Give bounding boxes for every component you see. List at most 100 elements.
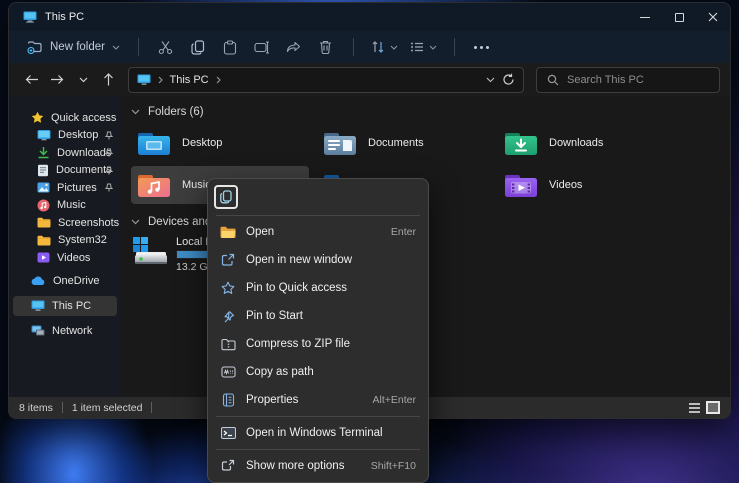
tile-desktop[interactable]: Desktop — [131, 124, 309, 162]
videos-icon — [37, 252, 50, 263]
share-icon — [286, 41, 301, 54]
sidebar-item-label: Network — [52, 325, 92, 337]
minimize-icon — [640, 17, 650, 18]
network-icon — [31, 325, 45, 337]
command-bar: New folder — [9, 31, 730, 63]
sidebar-item-quick-access[interactable]: Quick access — [9, 109, 121, 127]
new-folder-button[interactable]: New folder — [21, 37, 126, 57]
pc-icon — [137, 74, 151, 86]
view-icon — [410, 41, 424, 53]
onedrive-cloud-icon — [31, 276, 46, 286]
menu-item-pin-start[interactable]: Pin to Start — [212, 302, 424, 330]
window-controls — [628, 3, 730, 31]
new-folder-icon — [27, 40, 43, 54]
menu-item-label: Properties — [246, 394, 363, 406]
menu-item-pin-quick-access[interactable]: Pin to Quick access — [212, 274, 424, 302]
cut-button[interactable] — [151, 34, 181, 60]
tile-documents[interactable]: Documents — [317, 124, 495, 162]
up-icon — [103, 73, 114, 86]
menu-item-compress-zip[interactable]: Compress to ZIP file — [212, 330, 424, 358]
menu-item-properties[interactable]: Properties Alt+Enter — [212, 386, 424, 414]
sidebar-item-network[interactable]: Network — [9, 322, 121, 340]
breadcrumb-chevron-icon[interactable] — [216, 76, 221, 84]
menu-item-open-new-window[interactable]: Open in new window — [212, 246, 424, 274]
menu-item-open-windows-terminal[interactable]: Open in Windows Terminal — [212, 419, 424, 447]
tile-label: Videos — [549, 179, 582, 191]
menu-item-label: Open in Windows Terminal — [246, 427, 406, 439]
up-button[interactable] — [96, 67, 122, 93]
pin-icon — [105, 183, 113, 192]
menu-item-copy-as-path[interactable]: Copy as path — [212, 358, 424, 386]
context-menu: Open Enter Open in new window Pin to Qui… — [207, 178, 429, 483]
menu-item-label: Copy as path — [246, 366, 406, 378]
rename-icon — [254, 41, 270, 54]
desktop-icon — [37, 129, 51, 141]
sidebar-item-pictures[interactable]: Pictures — [9, 179, 121, 197]
pin-icon — [105, 131, 113, 140]
section-title: Folders (6) — [148, 106, 204, 118]
delete-icon — [319, 40, 332, 54]
toolbar-divider — [353, 38, 354, 56]
chevron-down-icon — [79, 77, 88, 83]
refresh-icon[interactable] — [502, 73, 515, 86]
tile-downloads[interactable]: Downloads — [498, 124, 676, 162]
minimize-button[interactable] — [628, 3, 662, 31]
folder-open-icon — [220, 224, 236, 240]
sidebar-item-onedrive[interactable]: OneDrive — [9, 273, 121, 291]
sidebar-item-label: Videos — [57, 252, 90, 264]
folders-section-header[interactable]: Folders (6) — [131, 104, 724, 120]
copy-button[interactable] — [183, 34, 213, 60]
copy-icon — [191, 40, 205, 55]
navigation-pane: Quick access Desktop Downloads Documents — [9, 96, 121, 397]
see-more-icon — [474, 46, 489, 49]
delete-button[interactable] — [311, 34, 341, 60]
menu-item-label: Pin to Quick access — [246, 282, 406, 294]
address-dropdown-icon[interactable] — [486, 77, 495, 83]
sidebar-item-screenshots[interactable]: Screenshots — [9, 214, 121, 232]
sort-icon — [371, 40, 385, 54]
view-button[interactable] — [405, 38, 442, 56]
search-input[interactable] — [567, 74, 709, 86]
sidebar-item-label: Pictures — [57, 182, 97, 194]
sidebar-item-music[interactable]: Music — [9, 197, 121, 215]
search-box[interactable] — [536, 67, 720, 93]
sidebar-item-this-pc[interactable]: This PC — [13, 296, 117, 316]
large-icons-view-button[interactable] — [706, 401, 720, 414]
sidebar-item-system32[interactable]: System32 — [9, 232, 121, 250]
folder-icon — [37, 235, 51, 246]
sidebar-item-desktop[interactable]: Desktop — [9, 127, 121, 145]
zip-icon — [220, 336, 236, 352]
paste-button[interactable] — [215, 34, 245, 60]
sidebar-item-videos[interactable]: Videos — [9, 249, 121, 267]
menu-item-show-more-options[interactable]: Show more options Shift+F10 — [212, 452, 424, 480]
share-button[interactable] — [279, 34, 309, 60]
tile-videos[interactable]: Videos — [498, 166, 676, 204]
close-icon — [708, 12, 718, 22]
music-icon — [37, 199, 50, 212]
breadcrumb[interactable]: This PC — [170, 74, 209, 86]
pin-icon — [105, 148, 113, 157]
menu-item-label: Open — [246, 226, 381, 238]
details-view-button[interactable] — [687, 401, 701, 414]
tile-label: Desktop — [182, 137, 222, 149]
sort-button[interactable] — [366, 37, 403, 57]
menu-item-shortcut: Enter — [391, 226, 416, 238]
title-bar: This PC — [9, 3, 730, 31]
rename-button[interactable] — [247, 34, 277, 60]
sidebar-item-documents[interactable]: Documents — [9, 162, 121, 180]
back-button[interactable] — [19, 67, 45, 93]
close-button[interactable] — [696, 3, 730, 31]
copy-button[interactable] — [214, 185, 238, 209]
address-bar[interactable]: This PC — [128, 67, 524, 93]
maximize-button[interactable] — [662, 3, 696, 31]
recent-locations-button[interactable] — [70, 67, 96, 93]
sidebar-item-label: Documents — [56, 164, 112, 176]
forward-button[interactable] — [45, 67, 71, 93]
tile-label: Documents — [368, 137, 424, 149]
menu-item-open[interactable]: Open Enter — [212, 218, 424, 246]
menu-item-label: Compress to ZIP file — [246, 338, 406, 350]
sidebar-item-downloads[interactable]: Downloads — [9, 144, 121, 162]
see-more-button[interactable] — [467, 34, 497, 60]
documents-folder-icon — [323, 129, 357, 157]
toolbar-divider — [138, 38, 139, 56]
